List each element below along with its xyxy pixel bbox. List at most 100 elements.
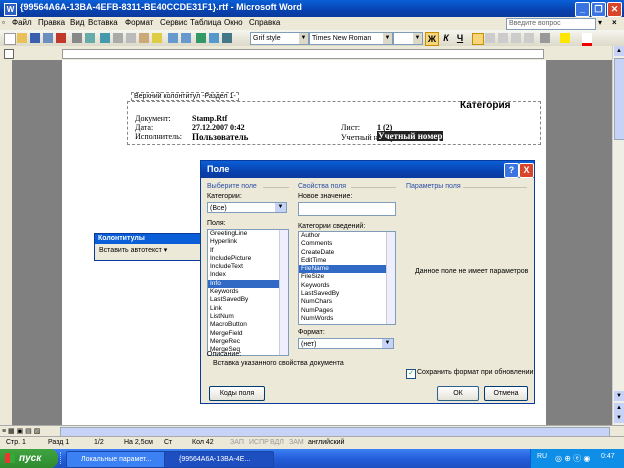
menu-edit[interactable]: Правка	[38, 18, 65, 27]
horizontal-ruler[interactable]	[0, 46, 624, 60]
word-app-icon[interactable]: W	[4, 3, 17, 16]
info-list-item[interactable]: Keywords	[299, 282, 395, 290]
highlight-icon[interactable]	[560, 33, 570, 43]
view-mode-icons[interactable]: ≡ ▦ ▣ ▤ ▨	[2, 427, 40, 435]
help-button[interactable]: ?	[504, 163, 519, 178]
save-icon[interactable]	[30, 33, 40, 43]
menu-file[interactable]: Файл	[12, 18, 32, 27]
ok-button[interactable]: ОК	[437, 386, 479, 401]
info-list-item[interactable]: FileSize	[299, 273, 395, 281]
field-list-item[interactable]: Link	[208, 305, 288, 313]
copy-icon[interactable]	[126, 33, 136, 43]
field-list-item[interactable]: MergeField	[208, 330, 288, 338]
info-list-item[interactable]: LastSavedBy	[299, 290, 395, 298]
chevron-down-icon[interactable]: ▼	[275, 203, 286, 212]
tables-icon[interactable]	[209, 33, 219, 43]
account-value[interactable]: Учетный номер	[377, 131, 444, 141]
hf-toolbar-title[interactable]: Колонтитулы	[95, 234, 217, 244]
minimize-button[interactable]: _	[575, 2, 590, 17]
pdf-icon[interactable]	[56, 33, 66, 43]
field-list-item[interactable]: IncludePicture	[208, 255, 288, 263]
print-icon[interactable]	[72, 33, 82, 43]
menu-view[interactable]: Вид	[70, 18, 84, 27]
menu-format[interactable]: Формат	[125, 18, 153, 27]
redo-icon[interactable]	[181, 33, 191, 43]
info-list-item[interactable]: FileName	[299, 265, 395, 274]
undo-icon[interactable]	[168, 33, 178, 43]
italic-button[interactable]: К	[440, 32, 452, 44]
menu-help[interactable]: Справка	[249, 18, 280, 27]
font-combo[interactable]: Times New Roman ▼	[309, 32, 393, 45]
bullets-icon[interactable]	[511, 33, 521, 43]
tab-selector-icon[interactable]	[4, 49, 14, 59]
categories-select[interactable]: (Все) ▼	[207, 202, 287, 213]
new-value-input[interactable]	[298, 202, 396, 216]
style-combo[interactable]: Grif style ▼	[250, 32, 309, 45]
permission-icon[interactable]	[43, 33, 53, 43]
align-center-icon[interactable]	[485, 33, 495, 43]
preview-icon[interactable]	[85, 33, 95, 43]
dialog-title-bar[interactable]: Поле ? X	[201, 161, 534, 178]
task-local-params[interactable]: Локальные парамет...	[66, 451, 176, 468]
info-list-item[interactable]: NumPages	[299, 307, 395, 315]
field-list-item[interactable]: ListNum	[208, 313, 288, 321]
scroll-thumb[interactable]	[614, 58, 624, 140]
field-list-item[interactable]: LastSavedBy	[208, 296, 288, 304]
close-button[interactable]: ✕	[607, 2, 622, 17]
prev-page-icon[interactable]: ▲	[614, 403, 624, 413]
info-list-item[interactable]: Author	[299, 232, 395, 240]
info-list-scrollbar[interactable]	[386, 232, 395, 324]
hyperlink-icon[interactable]	[196, 33, 206, 43]
field-list-item[interactable]: Hyperlink	[208, 238, 288, 246]
status-trk[interactable]: ИСПР	[249, 439, 269, 446]
menu-insert[interactable]: Вставка	[88, 18, 118, 27]
scroll-down-icon[interactable]: ▼	[614, 391, 624, 401]
numbering-icon[interactable]	[498, 33, 508, 43]
next-page-icon[interactable]: ▼	[614, 413, 624, 423]
new-doc-icon[interactable]	[4, 33, 16, 45]
align-left-icon[interactable]	[472, 33, 484, 45]
language-indicator[interactable]: RU	[537, 453, 547, 460]
cancel-button[interactable]: Отмена	[484, 386, 528, 401]
dialog-close-button[interactable]: X	[519, 163, 534, 178]
maximize-button[interactable]: ❐	[591, 2, 606, 17]
format-select[interactable]: (нет) ▼	[298, 338, 394, 349]
bold-button[interactable]: Ж	[425, 32, 439, 46]
status-ext[interactable]: ВДЛ	[270, 439, 284, 446]
tray-icons[interactable]: ◎ ⊕ ⓔ ◉	[555, 453, 590, 464]
info-list-item[interactable]: Comments	[299, 240, 395, 248]
question-input[interactable]: Введите вопрос	[506, 18, 596, 30]
field-list-item[interactable]: Info	[208, 279, 288, 289]
vertical-scrollbar[interactable]: ▲ ▼ ▲ ▼	[612, 46, 624, 425]
field-list-item[interactable]: Keywords	[208, 288, 288, 296]
info-list-item[interactable]: EditTime	[299, 257, 395, 265]
chevron-down-icon[interactable]: ▼	[382, 339, 393, 348]
status-ovr[interactable]: ЗАМ	[289, 439, 304, 446]
format-painter-icon[interactable]	[152, 33, 162, 43]
status-rec[interactable]: ЗАП	[230, 439, 244, 446]
field-list-item[interactable]: MergeRec	[208, 338, 288, 346]
info-list-item[interactable]: NumChars	[299, 298, 395, 306]
preserve-format-checkbox[interactable]: ✓	[406, 369, 416, 379]
info-categories-list[interactable]: Author Comments CreateDate EditTime FileName…	[298, 231, 396, 325]
field-list-item[interactable]: MacroButton	[208, 321, 288, 329]
chevron-down-icon[interactable]: ▼	[383, 33, 392, 44]
paste-icon[interactable]	[139, 33, 149, 43]
scroll-up-icon[interactable]: ▲	[614, 46, 624, 56]
doc-close-icon[interactable]: ×	[612, 18, 617, 27]
field-codes-button[interactable]: Коды поля	[209, 386, 265, 401]
field-list-item[interactable]: GreetingLine	[208, 230, 288, 238]
insert-autotext-button[interactable]: Вставить автотекст ▾	[99, 246, 167, 254]
border-icon[interactable]	[540, 33, 550, 43]
field-list-item[interactable]: If	[208, 247, 288, 255]
menu-window[interactable]: Окно	[224, 18, 243, 27]
start-button[interactable]: пуск	[0, 449, 58, 468]
chevron-down-icon[interactable]: ▼	[299, 33, 308, 44]
indent-icon[interactable]	[524, 33, 534, 43]
chevron-down-icon[interactable]: ▼	[413, 33, 422, 44]
excel-icon[interactable]	[222, 33, 232, 43]
title-bar[interactable]: W {99564A6A-13BA-4EFB-8311-BE40CCDE31F1}…	[0, 0, 624, 17]
field-list-item[interactable]: IncludeText	[208, 263, 288, 271]
spelling-icon[interactable]	[100, 33, 110, 43]
font-size-combo[interactable]: ▼	[393, 32, 423, 45]
